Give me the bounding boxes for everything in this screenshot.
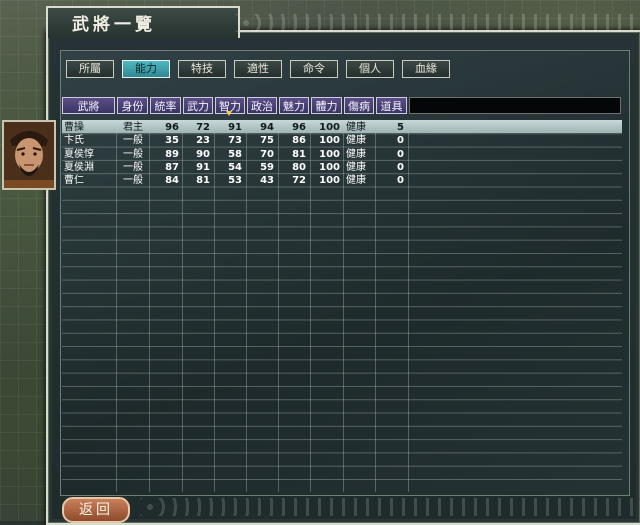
cell-leadership: 84	[165, 175, 179, 187]
cell-stamina: 100	[319, 122, 340, 133]
column-header-officer[interactable]: 武將	[62, 97, 115, 114]
cell-rank: 一般	[123, 148, 143, 160]
cell-officer-name: 曹仁	[64, 175, 84, 187]
column-header-items[interactable]: 道具	[376, 97, 407, 114]
column-header-stamina[interactable]: 體力	[311, 97, 342, 114]
cell-war: 72	[196, 122, 210, 133]
officer-portrait	[2, 120, 56, 190]
cell-intelligence: 53	[228, 175, 242, 187]
column-divider	[343, 120, 344, 492]
cell-rank: 一般	[123, 161, 143, 173]
cell-leadership: 96	[165, 122, 179, 133]
column-header-leadership[interactable]: 統率	[150, 97, 181, 114]
cell-injury: 健康	[346, 135, 366, 147]
cell-stamina: 100	[319, 161, 340, 173]
cell-politics: 59	[260, 161, 274, 173]
cell-politics: 70	[260, 148, 274, 160]
window-title: 武將一覽	[72, 15, 156, 35]
cell-politics: 94	[260, 122, 274, 133]
tab-affiliation[interactable]: 所屬	[66, 60, 114, 78]
cloud-ornament-bottom	[140, 498, 638, 516]
tab-skills[interactable]: 特技	[178, 60, 226, 78]
cell-charisma: 80	[292, 161, 306, 173]
cell-charisma: 72	[292, 175, 306, 187]
cell-items: 0	[397, 148, 404, 160]
column-header-charisma[interactable]: 魅力	[279, 97, 309, 114]
cell-politics: 75	[260, 135, 274, 147]
cell-intelligence: 73	[228, 135, 242, 147]
cell-leadership: 87	[165, 161, 179, 173]
cell-officer-name: 夏侯惇	[64, 148, 94, 160]
cell-officer-name: 卞氏	[64, 135, 84, 147]
column-header-politics[interactable]: 政治	[247, 97, 277, 114]
cell-items: 5	[397, 122, 404, 133]
cell-rank: 一般	[123, 135, 143, 147]
cell-stamina: 100	[319, 148, 340, 160]
cell-injury: 健康	[346, 148, 366, 160]
cell-injury: 健康	[346, 122, 366, 133]
column-header-empty	[409, 97, 621, 114]
cell-war: 81	[196, 175, 210, 187]
cell-war: 90	[196, 148, 210, 160]
column-header-injury[interactable]: 傷病	[344, 97, 374, 114]
cell-intelligence: 58	[228, 148, 242, 160]
tab-personal[interactable]: 個人	[346, 60, 394, 78]
column-header-rank[interactable]: 身份	[117, 97, 148, 114]
tab-bloodline[interactable]: 血緣	[402, 60, 450, 78]
cell-items: 0	[397, 135, 404, 147]
tab-ability[interactable]: 能力	[122, 60, 170, 78]
cell-war: 91	[196, 161, 210, 173]
return-button[interactable]: 返回	[62, 497, 130, 523]
cell-rank: 一般	[123, 175, 143, 187]
cell-items: 0	[397, 161, 404, 173]
column-header-war[interactable]: 武力	[183, 97, 213, 114]
cell-war: 23	[196, 135, 210, 147]
cloud-ornament-top	[236, 14, 636, 32]
cell-charisma: 86	[292, 135, 306, 147]
tab-orders[interactable]: 命令	[290, 60, 338, 78]
cell-intelligence: 91	[228, 122, 242, 133]
cell-leadership: 89	[165, 148, 179, 160]
cell-leadership: 35	[165, 135, 179, 147]
cell-stamina: 100	[319, 135, 340, 147]
cell-items: 0	[397, 175, 404, 187]
cell-politics: 43	[260, 175, 274, 187]
cell-injury: 健康	[346, 161, 366, 173]
cell-intelligence: 54	[228, 161, 242, 173]
cell-rank: 君主	[123, 122, 143, 133]
cell-stamina: 100	[319, 175, 340, 187]
column-divider	[408, 120, 409, 492]
sort-indicator-icon	[226, 111, 232, 116]
cell-officer-name: 曹操	[64, 122, 84, 133]
cell-officer-name: 夏侯淵	[64, 161, 94, 173]
column-divider	[116, 120, 117, 492]
cell-charisma: 96	[292, 122, 306, 133]
tab-aptitude[interactable]: 適性	[234, 60, 282, 78]
cell-charisma: 81	[292, 148, 306, 160]
cell-injury: 健康	[346, 175, 366, 187]
